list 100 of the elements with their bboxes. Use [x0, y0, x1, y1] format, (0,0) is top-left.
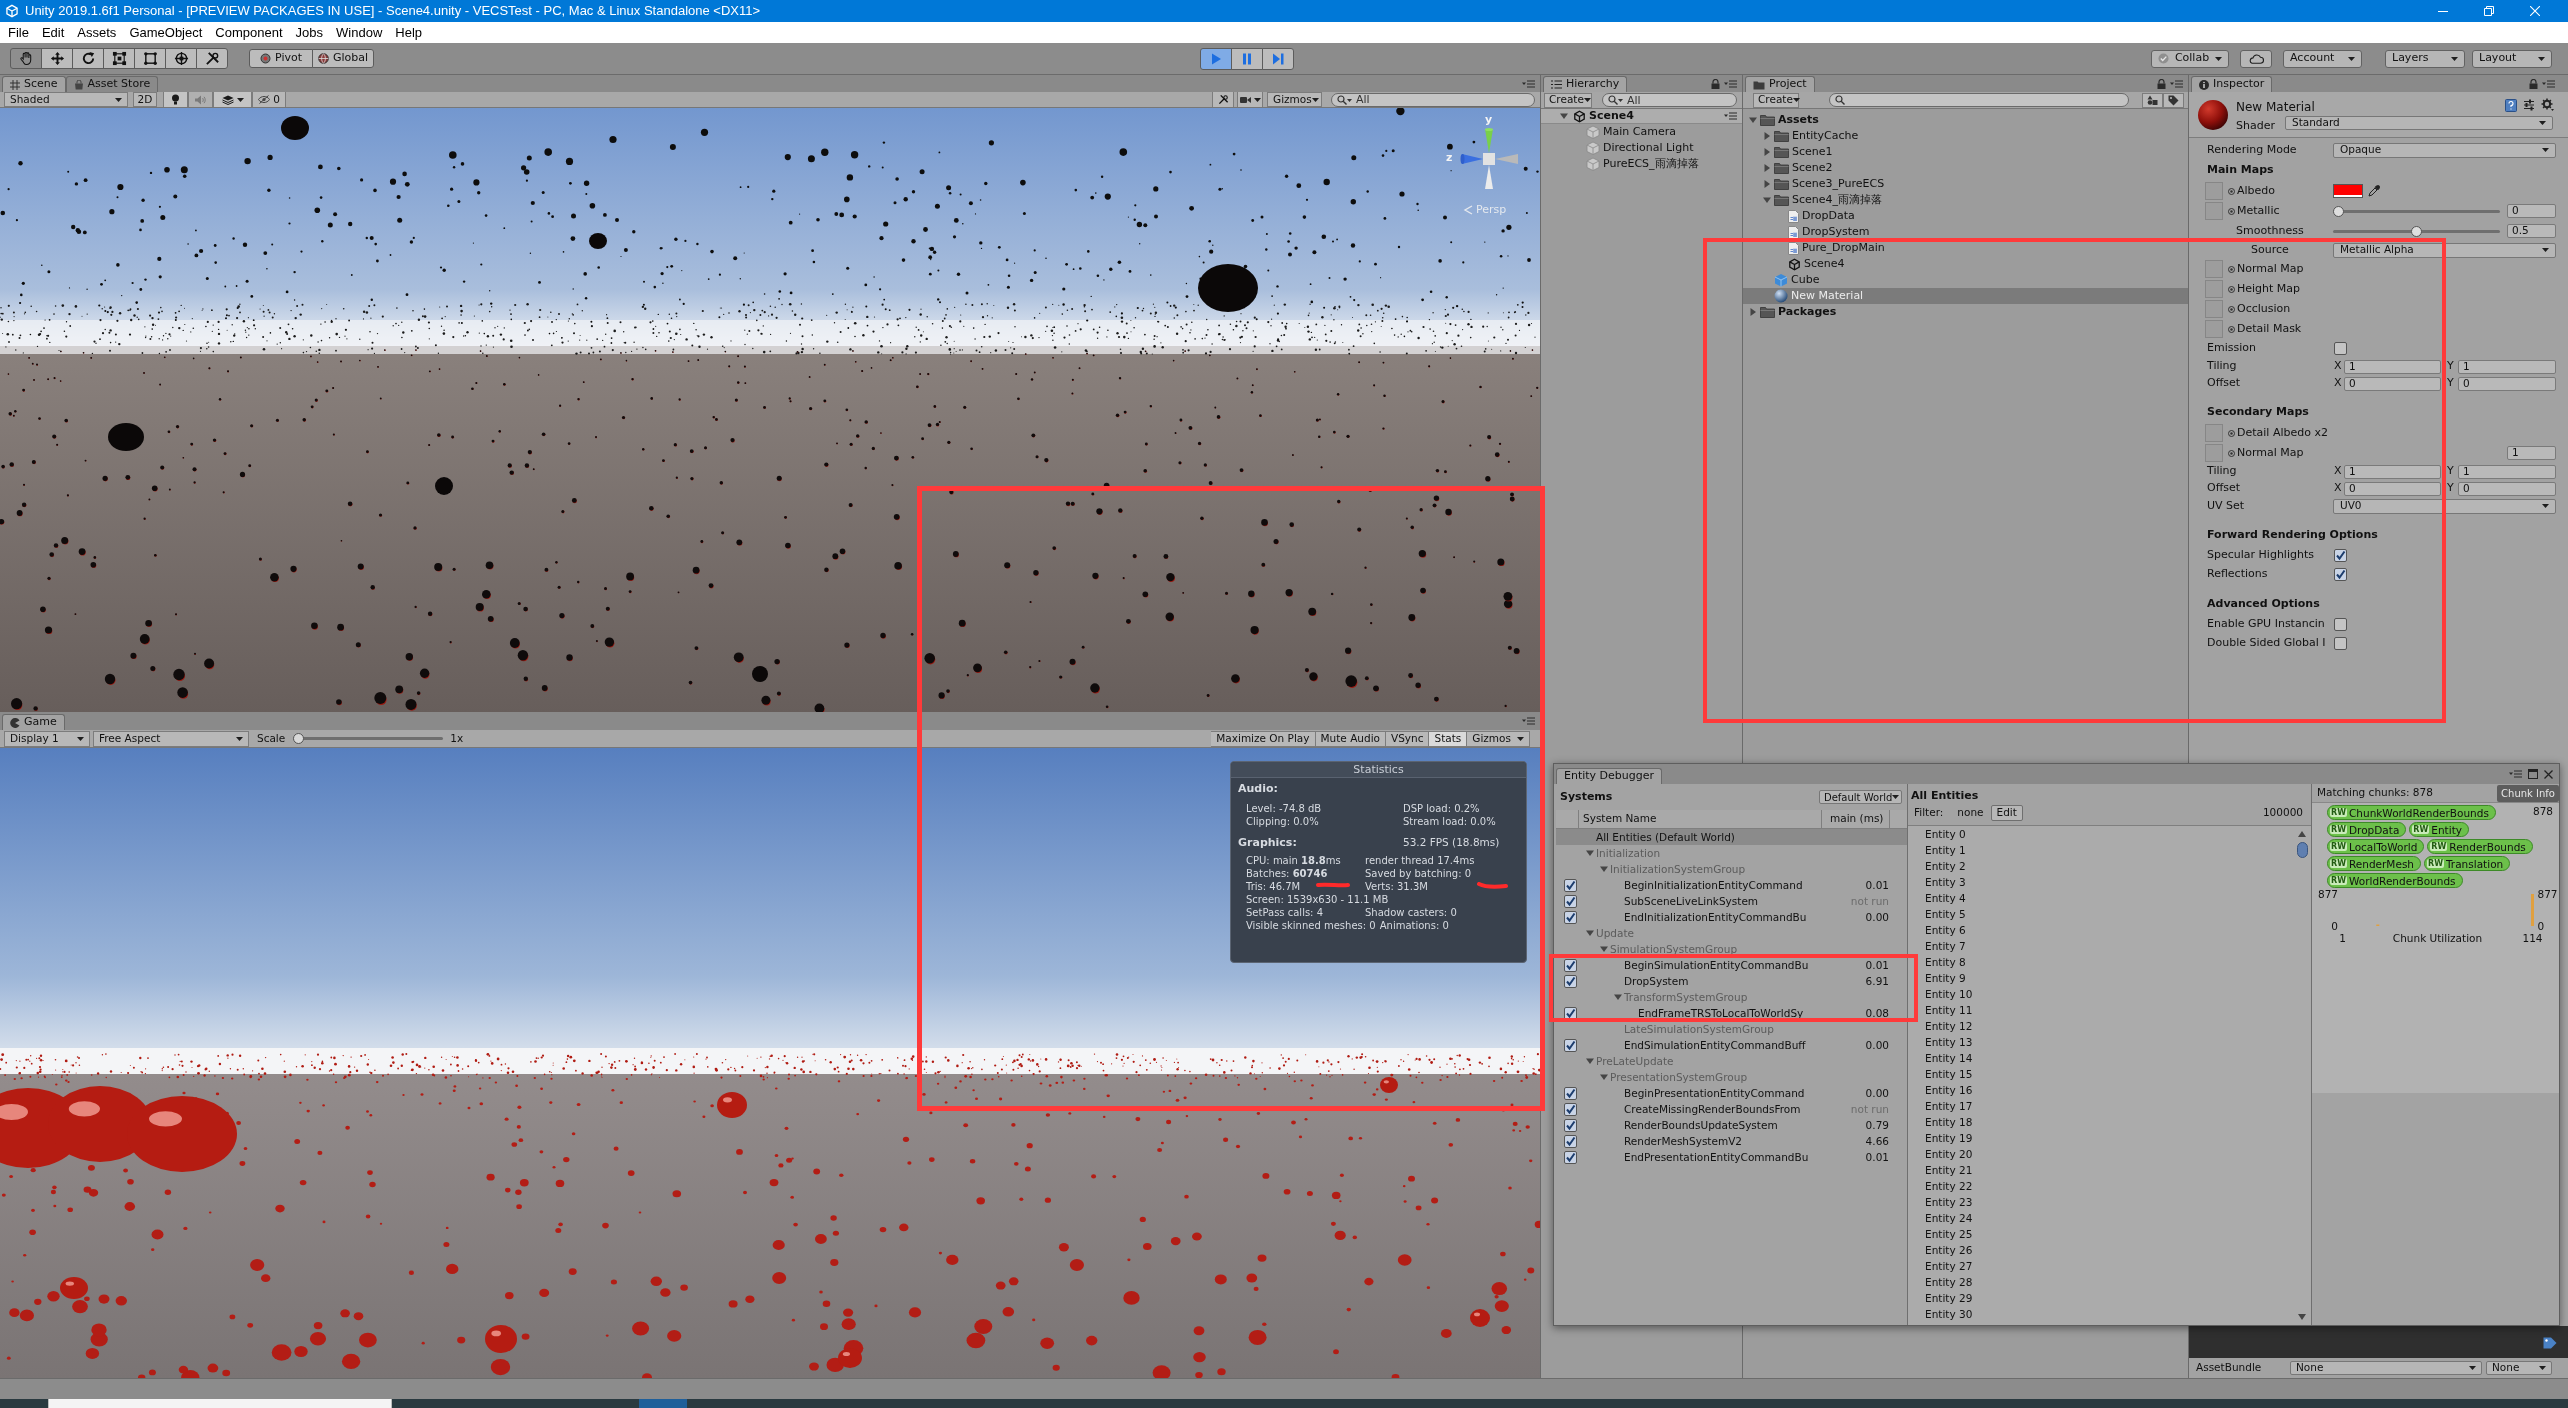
triangle-down-icon[interactable] — [1586, 1057, 1594, 1065]
triangle-right-icon[interactable] — [1749, 308, 1757, 316]
entity-row[interactable]: Entity 30 — [1908, 1306, 2295, 1322]
toggle-button[interactable]: Maximize On Play — [1211, 730, 1316, 747]
playback-button[interactable] — [1200, 47, 1232, 70]
menu-item[interactable]: Jobs — [295, 22, 324, 43]
audio-toggle[interactable] — [188, 92, 213, 107]
chunk-info-button[interactable]: Chunk Info — [2497, 784, 2559, 802]
checkbox[interactable] — [1564, 1086, 1577, 1100]
number-field[interactable]: 0 — [2458, 376, 2556, 391]
eyedropper-icon[interactable] — [2368, 185, 2380, 197]
orientation-gizmo-icon[interactable] — [1460, 128, 1520, 190]
project-item[interactable]: Assets — [1743, 112, 2188, 128]
hidden-objects-toggle[interactable]: 0 — [252, 92, 286, 107]
circle-dot-icon[interactable] — [2228, 325, 2235, 333]
entity-row[interactable]: Entity 26 — [1908, 1242, 2295, 1258]
filter-type-button[interactable] — [2142, 92, 2163, 108]
entity-row[interactable]: Entity 22 — [1908, 1178, 2295, 1194]
triangle-down-icon[interactable] — [1614, 993, 1622, 1001]
system-row[interactable]: RenderBoundsUpdateSystem 0.79 — [1556, 1117, 1907, 1133]
checkbox[interactable] — [2334, 549, 2347, 562]
sliders-icon[interactable] — [2523, 99, 2535, 111]
pivot-button[interactable]: Pivot — [249, 49, 313, 68]
checkbox[interactable] — [2334, 618, 2347, 631]
triangle-right-icon[interactable] — [1763, 132, 1771, 140]
system-row[interactable]: BeginPresentationEntityCommand 0.00 — [1556, 1085, 1907, 1101]
number-field[interactable]: 0 — [2458, 481, 2556, 496]
project-item[interactable]: Scene4_雨滴掉落 — [1743, 192, 2188, 208]
create-dropdown[interactable]: Create — [1753, 92, 1799, 108]
camera-dropdown[interactable] — [1237, 92, 1263, 107]
tool-button[interactable] — [41, 48, 73, 69]
search-field[interactable]: All — [1602, 93, 1737, 107]
number-field[interactable]: 0 — [2507, 204, 2556, 218]
circle-dot-icon[interactable] — [2228, 187, 2235, 195]
checkbox[interactable] — [1564, 1102, 1577, 1116]
triangle-down-icon[interactable] — [1763, 196, 1771, 204]
menu-item[interactable]: Component — [215, 22, 283, 43]
triangle-right-icon[interactable] — [1763, 164, 1771, 172]
panel-tab[interactable]: Entity Debugger — [1556, 768, 1663, 784]
playback-button[interactable] — [1231, 47, 1263, 70]
triangle-down-icon[interactable] — [1600, 945, 1608, 953]
checkbox[interactable] — [1564, 878, 1577, 892]
menu-item[interactable]: File — [8, 22, 29, 43]
gizmos-dropdown[interactable]: Gizmos — [1467, 730, 1530, 747]
tool-button[interactable] — [165, 48, 197, 69]
triangle-right-icon[interactable] — [1763, 180, 1771, 188]
tool-button[interactable] — [196, 48, 228, 69]
shader-dropdown[interactable]: Standard — [2285, 116, 2553, 130]
entity-row[interactable]: Entity 14 — [1908, 1050, 2295, 1066]
create-dropdown[interactable]: Create — [1544, 92, 1592, 108]
cloud-button[interactable] — [2240, 49, 2272, 68]
mode-2d-button[interactable]: 2D — [133, 92, 157, 107]
number-field[interactable]: 0 — [2344, 481, 2441, 496]
close-icon[interactable] — [2544, 769, 2553, 779]
entity-row[interactable]: Entity 1 — [1908, 842, 2295, 858]
triangle-down-icon[interactable] — [1586, 929, 1594, 937]
panel-tab[interactable]: Inspector — [2191, 76, 2273, 92]
system-row[interactable]: EndPresentationEntityCommandBu 0.01 — [1556, 1149, 1907, 1165]
checkbox[interactable] — [1564, 958, 1577, 972]
shading-dropdown[interactable]: Shaded — [4, 92, 128, 107]
checkbox[interactable] — [1564, 1006, 1577, 1020]
hierarchy-item[interactable]: Directional Light — [1541, 140, 1742, 156]
project-item[interactable]: Scene1 — [1743, 144, 2188, 160]
layers-dropdown[interactable]: Layers — [2385, 49, 2465, 68]
entity-row[interactable]: Entity 25 — [1908, 1226, 2295, 1242]
display-dropdown[interactable]: Display 1 — [4, 730, 90, 747]
system-row[interactable]: RenderMeshSystemV2 4.66 — [1556, 1133, 1907, 1149]
number-field[interactable]: 0.5 — [2507, 224, 2556, 238]
entity-row[interactable]: Entity 6 — [1908, 922, 2295, 938]
scroll-up-icon[interactable] — [2298, 831, 2306, 837]
project-item[interactable]: Pure_DropMain — [1743, 240, 2188, 256]
toggle-button[interactable]: VSync — [1386, 730, 1430, 747]
panel-tab[interactable]: Asset Store — [65, 76, 159, 92]
entity-row[interactable]: Entity 10 — [1908, 986, 2295, 1002]
system-row[interactable]: BeginInitializationEntityCommand 0.01 — [1556, 877, 1907, 893]
scene-tools-button[interactable] — [1212, 92, 1234, 107]
entity-row[interactable]: Entity 12 — [1908, 1018, 2295, 1034]
checkbox[interactable] — [1564, 974, 1577, 988]
checkbox[interactable] — [1564, 894, 1577, 908]
project-item[interactable]: Scene2 — [1743, 160, 2188, 176]
entity-row[interactable]: Entity 17 — [1908, 1098, 2295, 1114]
menu-item[interactable]: Edit — [41, 22, 65, 43]
project-item[interactable]: DropSystem — [1743, 224, 2188, 240]
entity-row[interactable]: Entity 2 — [1908, 858, 2295, 874]
checkbox[interactable] — [1564, 910, 1577, 924]
entity-row[interactable]: Entity 24 — [1908, 1210, 2295, 1226]
search-field[interactable]: All — [1331, 92, 1535, 107]
aspect-dropdown[interactable]: Free Aspect — [93, 730, 249, 747]
color-swatch[interactable] — [2333, 184, 2363, 198]
tool-button[interactable] — [134, 48, 166, 69]
panel-tab[interactable]: Hierarchy — [1543, 76, 1628, 92]
help-icon[interactable] — [2505, 99, 2517, 112]
triangle-down-icon[interactable] — [1586, 849, 1594, 857]
entity-row[interactable]: Entity 15 — [1908, 1066, 2295, 1082]
checkbox[interactable] — [1564, 1038, 1577, 1052]
entity-row[interactable]: Entity 27 — [1908, 1258, 2295, 1274]
entity-row[interactable]: Entity 19 — [1908, 1130, 2295, 1146]
entity-row[interactable]: Entity 7 — [1908, 938, 2295, 954]
slider-thumb[interactable] — [2333, 205, 2344, 217]
lock-icon[interactable] — [1711, 78, 1720, 89]
